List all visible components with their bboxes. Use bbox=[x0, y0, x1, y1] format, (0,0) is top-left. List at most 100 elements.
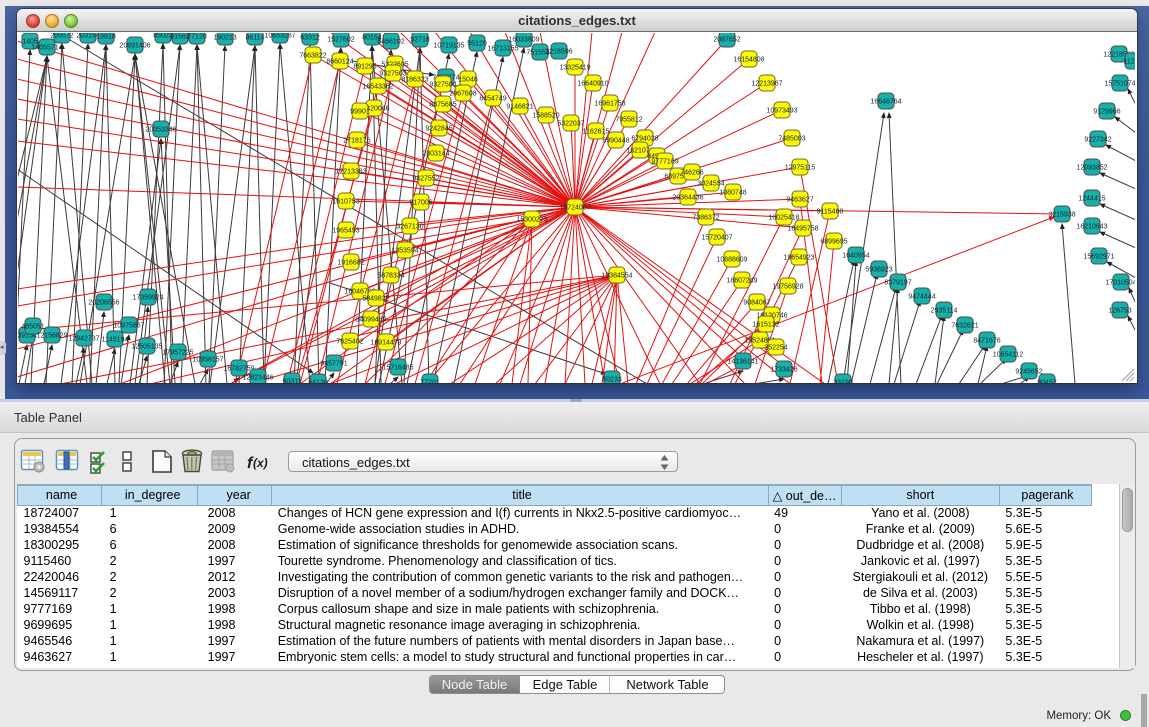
svg-text:80452: 80452 bbox=[1037, 380, 1057, 384]
svg-text:2935114: 2935114 bbox=[931, 308, 958, 315]
svg-text:20364436: 20364436 bbox=[672, 195, 703, 202]
svg-text:917006: 917006 bbox=[409, 200, 432, 207]
svg-text:2218596: 2218596 bbox=[545, 49, 572, 56]
svg-text:16648764: 16648764 bbox=[870, 99, 901, 106]
svg-text:190213: 190213 bbox=[213, 35, 236, 42]
svg-text:15046: 15046 bbox=[458, 77, 478, 84]
svg-text:92718: 92718 bbox=[410, 37, 430, 44]
svg-text:9457791: 9457791 bbox=[320, 361, 347, 368]
svg-text:7625402: 7625402 bbox=[336, 339, 363, 346]
svg-text:16033809: 16033809 bbox=[508, 37, 539, 44]
svg-text:15692971: 15692971 bbox=[1083, 254, 1114, 261]
svg-text:15300273: 15300273 bbox=[516, 217, 547, 224]
svg-text:6899695: 6899695 bbox=[820, 239, 847, 246]
svg-text:1965493: 1965493 bbox=[332, 228, 359, 235]
svg-text:6379197: 6379197 bbox=[884, 280, 911, 287]
svg-text:9084067: 9084067 bbox=[743, 300, 770, 307]
svg-text:84099489: 84099489 bbox=[355, 317, 386, 324]
svg-text:1527602: 1527602 bbox=[327, 37, 354, 44]
svg-text:5878334: 5878334 bbox=[377, 273, 404, 280]
svg-text:7663822: 7663822 bbox=[299, 53, 326, 60]
svg-text:10975867: 10975867 bbox=[113, 323, 144, 330]
svg-text:1615132: 1615132 bbox=[752, 322, 779, 329]
svg-text:2087652: 2087652 bbox=[713, 37, 740, 44]
svg-text:20206556: 20206556 bbox=[88, 300, 119, 307]
svg-text:1353594: 1353594 bbox=[391, 248, 418, 255]
svg-text:6466102: 6466102 bbox=[377, 39, 404, 46]
svg-text:12156829: 12156829 bbox=[36, 333, 67, 340]
svg-text:9245652: 9245652 bbox=[1015, 369, 1042, 376]
svg-text:12093852: 12093852 bbox=[1076, 165, 1107, 172]
svg-text:33190: 33190 bbox=[833, 380, 853, 384]
svg-text:20691406: 20691406 bbox=[119, 43, 150, 50]
svg-text:12505135: 12505135 bbox=[131, 344, 162, 351]
svg-text:205572: 205572 bbox=[50, 33, 73, 40]
svg-text:15751074: 15751074 bbox=[1104, 81, 1135, 88]
svg-text:9463627: 9463627 bbox=[786, 197, 813, 204]
svg-text:17359924: 17359924 bbox=[132, 295, 163, 302]
svg-text:18724007: 18724007 bbox=[559, 205, 590, 212]
svg-text:1733426: 1733426 bbox=[770, 367, 797, 374]
svg-text:10958157: 10958157 bbox=[192, 357, 223, 364]
svg-text:3024554: 3024554 bbox=[697, 181, 724, 188]
svg-text:18807249: 18807249 bbox=[726, 278, 757, 285]
svg-text:7386372: 7386372 bbox=[692, 215, 719, 222]
svg-text:2967608: 2967608 bbox=[449, 91, 476, 98]
svg-text:16640910: 16640910 bbox=[577, 81, 608, 88]
svg-text:1162615: 1162615 bbox=[583, 129, 610, 136]
svg-text:77201: 77201 bbox=[420, 380, 440, 384]
svg-text:9146821: 9146821 bbox=[506, 104, 533, 111]
svg-text:10654112: 10654112 bbox=[993, 352, 1024, 359]
svg-text:5849822: 5849822 bbox=[362, 296, 389, 303]
svg-text:63312: 63312 bbox=[300, 35, 320, 42]
svg-text:891295: 891295 bbox=[353, 64, 376, 71]
svg-text:50233: 50233 bbox=[602, 377, 622, 384]
svg-text:12942737: 12942737 bbox=[68, 336, 99, 343]
svg-text:20053346: 20053346 bbox=[145, 127, 176, 134]
svg-text:19654923: 19654923 bbox=[783, 255, 814, 262]
svg-text:10688609: 10688609 bbox=[716, 257, 747, 264]
svg-text:16914479: 16914479 bbox=[370, 340, 401, 347]
svg-text:(x): (x) bbox=[253, 456, 268, 470]
svg-text:7632621: 7632621 bbox=[951, 323, 978, 330]
svg-text:1916682: 1916682 bbox=[337, 260, 364, 267]
svg-text:9474444: 9474444 bbox=[908, 294, 935, 301]
svg-text:746266: 746266 bbox=[680, 170, 703, 177]
svg-text:5938923: 5938923 bbox=[865, 267, 892, 274]
svg-text:9327504: 9327504 bbox=[429, 82, 456, 89]
svg-text:8454749: 8454749 bbox=[479, 96, 506, 103]
svg-text:1588520: 1588520 bbox=[532, 113, 559, 120]
svg-text:17010504: 17010504 bbox=[1105, 280, 1135, 287]
svg-text:55120: 55120 bbox=[467, 41, 487, 48]
svg-text:1145194: 1145194 bbox=[102, 337, 129, 344]
svg-text:12213967: 12213967 bbox=[751, 81, 782, 88]
svg-text:485051: 485051 bbox=[21, 324, 44, 331]
svg-text:7485003: 7485003 bbox=[778, 136, 805, 143]
svg-text:14136141: 14136141 bbox=[727, 359, 758, 366]
svg-text:2803144: 2803144 bbox=[422, 151, 449, 158]
svg-text:12975115: 12975115 bbox=[785, 165, 816, 172]
svg-text:1080748: 1080748 bbox=[719, 190, 746, 197]
svg-text:64120: 64120 bbox=[308, 380, 328, 384]
svg-text:126753: 126753 bbox=[1108, 308, 1131, 315]
svg-text:7955812: 7955812 bbox=[615, 117, 642, 124]
svg-text:86114: 86114 bbox=[246, 35, 265, 42]
svg-text:9115460: 9115460 bbox=[817, 209, 844, 216]
svg-text:8186323: 8186323 bbox=[401, 77, 428, 84]
svg-text:90311: 90311 bbox=[283, 379, 302, 384]
svg-text:10653287: 10653287 bbox=[264, 33, 295, 40]
svg-text:19756928: 19756928 bbox=[772, 284, 803, 291]
svg-text:9427552: 9427552 bbox=[412, 176, 439, 183]
svg-text:16961758: 16961758 bbox=[594, 101, 625, 108]
svg-text:16154808: 16154808 bbox=[733, 57, 764, 64]
svg-text:14055714: 14055714 bbox=[31, 45, 62, 52]
svg-text:1640954: 1640954 bbox=[842, 253, 869, 260]
svg-text:17957225: 17957225 bbox=[162, 350, 193, 357]
svg-text:15720407: 15720407 bbox=[701, 235, 732, 242]
svg-text:2718176: 2718176 bbox=[343, 138, 370, 145]
svg-text:18495758: 18495758 bbox=[787, 226, 818, 233]
svg-text:9129966: 9129966 bbox=[1093, 109, 1120, 116]
svg-text:19384554: 19384554 bbox=[601, 273, 632, 280]
svg-text:252254: 252254 bbox=[764, 345, 787, 352]
svg-text:19818: 19818 bbox=[96, 34, 116, 41]
